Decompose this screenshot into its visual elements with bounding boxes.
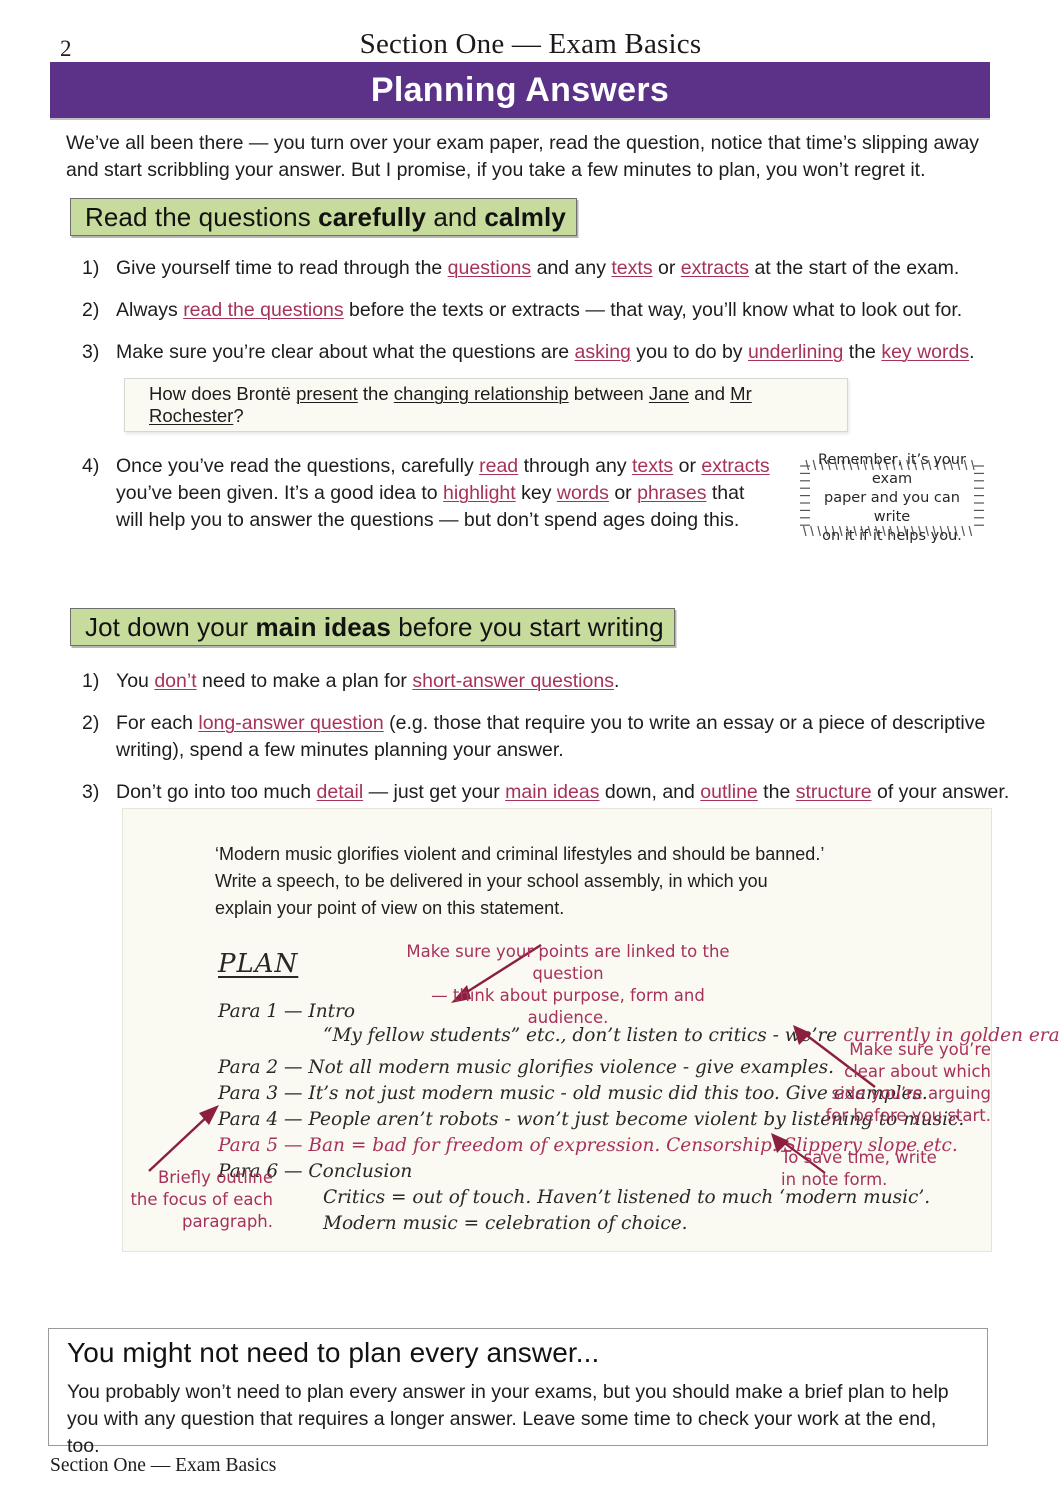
key-term: questions — [447, 257, 532, 279]
list-item-text: Always read the questions before the tex… — [116, 299, 963, 321]
list-item-number: 4) — [82, 455, 100, 477]
numbered-list-section-1: 1) Give yourself time to read through the… — [82, 255, 992, 381]
note-line: on it if it helps you. — [822, 527, 962, 544]
statement-line-2: Write a speech, to be delivered in your … — [215, 871, 768, 891]
key-term: phrases — [637, 482, 707, 504]
key-term: texts — [611, 257, 653, 279]
list-item-number: 1) — [82, 257, 100, 279]
list-item: 1) You don’t need to make a plan for shor… — [82, 668, 1012, 695]
page-header: 2 Section One — Exam Basics — [0, 14, 1061, 61]
annotation-line: paragraph. — [181, 1212, 273, 1231]
remember-note: Remember, it’s your exam paper and you ca… — [792, 452, 992, 544]
intro-paragraph: We’ve all been there — you turn over you… — [66, 132, 980, 181]
list-item: 3) Make sure you’re clear about what the … — [82, 339, 992, 366]
note-line: Remember, it’s your exam — [818, 451, 966, 487]
example-question-box: How does Brontë present the changing rel… — [124, 378, 848, 432]
list-item-text: Give yourself time to read through the q… — [116, 257, 960, 279]
list-item-text: Don’t go into too much detail — just get… — [116, 781, 1010, 803]
key-term: long-answer question — [198, 712, 384, 734]
list-item: 2) Always read the questions before the t… — [82, 297, 992, 324]
annotation-top: Make sure your points are linked to the … — [393, 941, 743, 1029]
plan-line: Modern music = celebration of choice. — [323, 1213, 688, 1234]
title-banner: Planning Answers — [50, 62, 990, 118]
summary-title: You might not need to plan every answer.… — [67, 1337, 600, 1368]
list-item-number: 2) — [82, 712, 100, 734]
key-term: don’t — [154, 670, 197, 692]
key-term: extracts — [701, 455, 770, 477]
annotation-line: Briefly outline — [157, 1168, 273, 1187]
list-item-number: 2) — [82, 299, 100, 321]
annotation-line: Make sure you’re — [849, 1040, 991, 1059]
list-item: 2) For each long-answer question (e.g. th… — [82, 710, 1012, 764]
list-item-number: 3) — [82, 781, 100, 803]
key-term: key words — [881, 341, 970, 363]
section-heading-2-text: Jot down your main ideas before you star… — [85, 611, 664, 642]
example-question-text: How does Brontë present the changing rel… — [149, 383, 752, 426]
section-heading-1-text: Read the questions carefully and calmly — [85, 201, 566, 232]
summary-text: You probably won’t need to plan every an… — [67, 1381, 949, 1457]
underlined-term: changing relationship — [393, 383, 569, 404]
plan-label: PLAN — [218, 949, 299, 979]
key-term: read — [479, 455, 519, 477]
statement-line-3: explain your point of view on this state… — [215, 898, 565, 918]
annotation-line: in note form. — [781, 1170, 888, 1189]
list-item-number: 1) — [82, 670, 100, 692]
note-line: paper and you can write — [824, 489, 960, 525]
remember-note-text: Remember, it’s your exam paper and you ca… — [808, 452, 976, 544]
underlined-term: present — [296, 383, 358, 404]
plan-example-box: ‘Modern music glorifies violent and crim… — [122, 808, 1061, 1252]
annotation-line: side you’re arguing — [831, 1084, 991, 1103]
section-heading-read-questions: Read the questions carefully and calmly — [70, 198, 577, 236]
numbered-list-section-2: 1) You don’t need to make a plan for shor… — [82, 668, 1012, 821]
page-footer: Section One — Exam Basics — [50, 1455, 277, 1476]
annotation-right-upper: Make sure you’re clear about which side yo… — [823, 1039, 991, 1127]
key-term: asking — [574, 341, 631, 363]
page-title: Planning Answers — [370, 70, 670, 109]
plan-question-statement: ‘Modern music glorifies violent and crim… — [215, 841, 905, 922]
list-item-number: 3) — [82, 341, 100, 363]
running-head: Section One — Exam Basics — [359, 28, 702, 60]
key-term: read the questions — [183, 299, 344, 321]
key-term: words — [556, 482, 609, 504]
key-term: short-answer questions — [412, 670, 614, 692]
annotation-right-lower: To save time, write in note form. — [781, 1147, 981, 1191]
numbered-list-item-4: 4) Once you’ve read the questions, carefu… — [82, 453, 772, 549]
annotation-line: Make sure your points are linked to the … — [406, 942, 730, 983]
plan-line: Para 2 — Not all modern music glorifies … — [218, 1057, 835, 1078]
list-item-text: You don’t need to make a plan for short-… — [116, 670, 620, 692]
list-item-text: For each long-answer question (e.g. thos… — [116, 712, 986, 761]
key-term: underlining — [747, 341, 844, 363]
annotation-line: To save time, write — [781, 1148, 937, 1167]
underlined-term: Jane — [648, 383, 689, 404]
annotation-line: — think about purpose, form and audience… — [431, 986, 705, 1027]
key-term: structure — [795, 781, 872, 803]
key-term: highlight — [443, 482, 516, 504]
summary-box: You might not need to plan every answer.… — [48, 1328, 988, 1457]
key-term: outline — [700, 781, 758, 803]
list-item: 4) Once you’ve read the questions, carefu… — [82, 453, 772, 534]
key-term: main ideas — [505, 781, 600, 803]
key-term: texts — [632, 455, 674, 477]
plan-line: Para 1 — Intro — [218, 1001, 356, 1022]
annotation-line: for before you start. — [825, 1106, 991, 1125]
annotation-line: clear about which — [844, 1062, 991, 1081]
statement-line-1: ‘Modern music glorifies violent and crim… — [215, 844, 825, 864]
key-term: detail — [316, 781, 364, 803]
list-item-text: Once you’ve read the questions, carefull… — [116, 455, 770, 531]
annotation-bottom-left: Briefly outline the focus of each paragrap… — [113, 1167, 273, 1233]
annotation-line: the focus of each — [130, 1190, 273, 1209]
list-item: 3) Don’t go into too much detail — just g… — [82, 779, 1012, 806]
list-item-text: Make sure you’re clear about what the qu… — [116, 341, 975, 363]
list-item: 1) Give yourself time to read through the… — [82, 255, 992, 282]
key-term: extracts — [680, 257, 750, 279]
section-heading-main-ideas: Jot down your main ideas before you star… — [70, 608, 675, 646]
textbook-page: 2 Section One — Exam Basics Planning Ans… — [0, 0, 1061, 1500]
